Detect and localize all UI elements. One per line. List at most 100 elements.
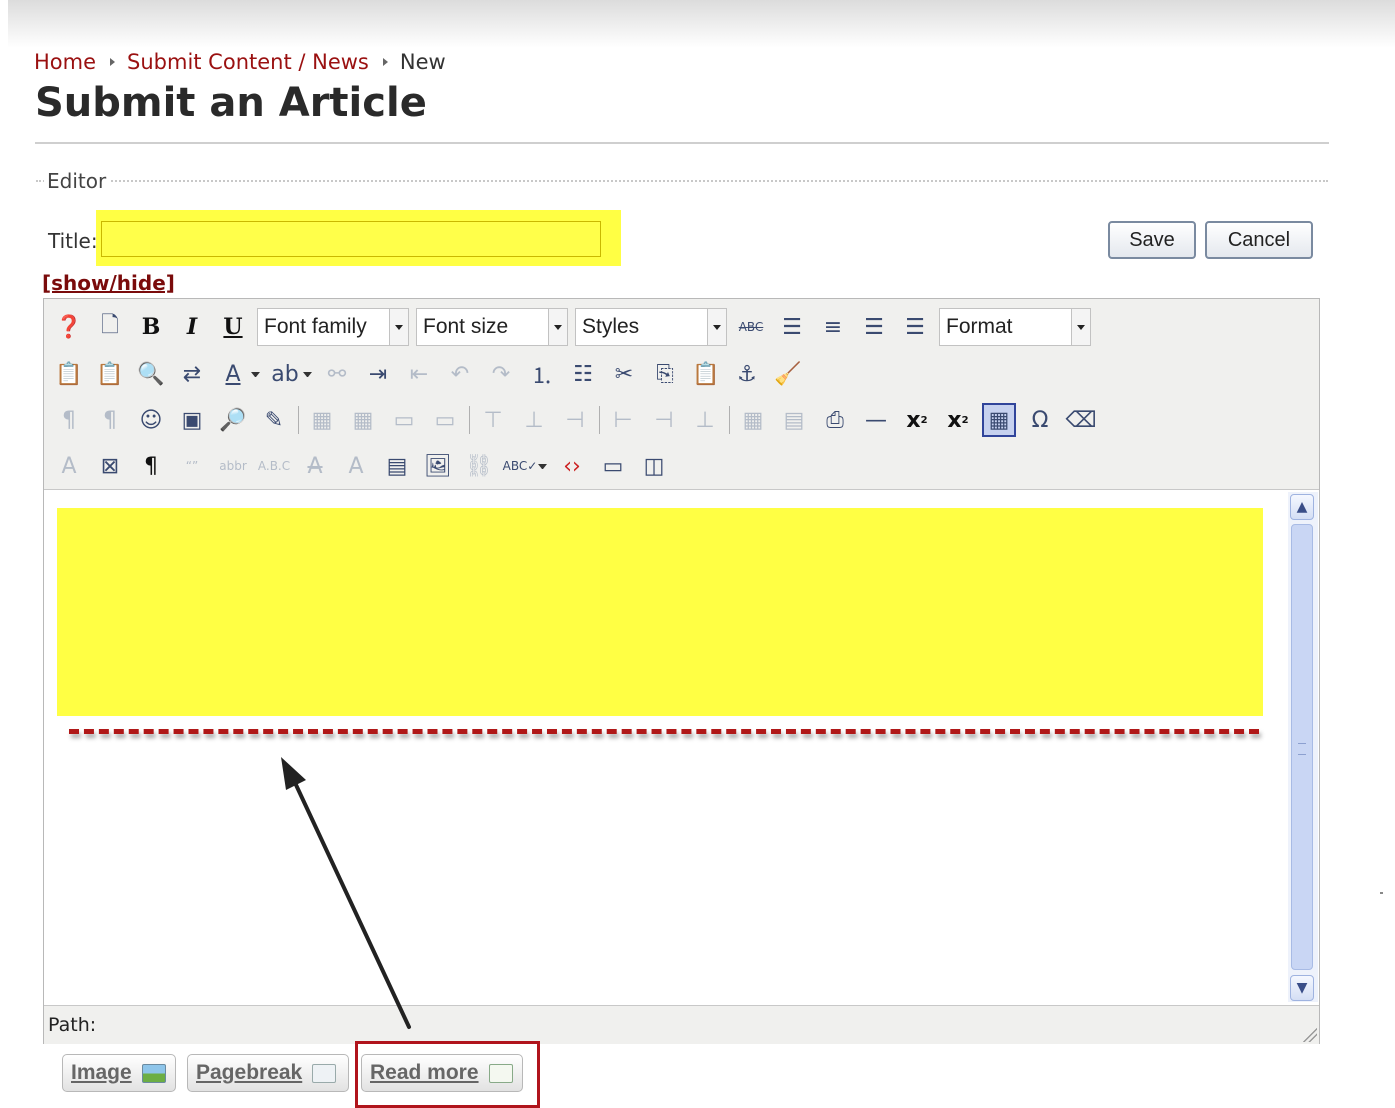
outdent-icon[interactable]: ⇤ [402, 357, 436, 391]
html-source-icon[interactable]: ‹› [555, 449, 589, 483]
deletion-icon[interactable]: A [298, 449, 332, 483]
scrollbar-thumb[interactable] [1291, 524, 1313, 970]
breadcrumb-arrow-icon [382, 57, 388, 66]
paste-icon[interactable]: 📋 [689, 357, 723, 391]
chevron-down-icon[interactable] [251, 371, 260, 377]
acronym-icon[interactable]: A.B.C [257, 449, 291, 483]
table-cell-props-icon[interactable]: ▦ [346, 403, 380, 437]
toolbar-separator [599, 406, 600, 434]
rtl-icon[interactable]: ¶ [93, 403, 127, 437]
breadcrumb-home[interactable]: Home [34, 50, 96, 74]
edit-icon[interactable]: ✎ [257, 403, 291, 437]
unlink-icon[interactable]: ⚯ [320, 357, 354, 391]
font-family-select[interactable]: Font family [257, 308, 409, 346]
justify-full-icon[interactable]: ☰ [775, 310, 809, 344]
cancel-button[interactable]: Cancel [1205, 221, 1313, 259]
style-props-icon[interactable]: A [52, 449, 86, 483]
special-char-icon[interactable]: Ω [1023, 403, 1057, 437]
cut-icon[interactable]: ✂ [607, 357, 641, 391]
grip-icon [1298, 743, 1306, 755]
indent-icon[interactable]: ⇥ [361, 357, 395, 391]
split-cells-icon[interactable]: ▦ [736, 403, 770, 437]
bullet-list-icon[interactable]: ☷ [566, 357, 600, 391]
preview-icon[interactable]: 🔎 [216, 403, 250, 437]
text-color-icon[interactable]: A [216, 357, 250, 391]
chevron-down-icon [389, 309, 408, 345]
find-icon[interactable]: 🔍 [134, 357, 168, 391]
copy-icon[interactable]: ⎘ [648, 357, 682, 391]
abbr-icon[interactable]: abbr [216, 449, 250, 483]
paste-text-icon[interactable]: 📋 [93, 357, 127, 391]
chevron-down-icon[interactable] [538, 463, 547, 469]
font-size-select[interactable]: Font size [416, 308, 568, 346]
horizontal-rule-icon[interactable]: — [859, 403, 893, 437]
highlight-color-icon[interactable]: ab [268, 357, 302, 391]
chevron-down-icon[interactable] [303, 371, 312, 377]
top-shadow [8, 0, 1395, 48]
col-after-icon[interactable]: ⊣ [647, 403, 681, 437]
delete-row-icon[interactable]: ⊣ [558, 403, 592, 437]
table-row-props-icon[interactable]: ▦ [305, 403, 339, 437]
table-split-icon[interactable]: ▭ [428, 403, 462, 437]
superscript-icon[interactable]: x2 [941, 403, 975, 437]
italic-button[interactable]: I [175, 310, 209, 344]
styles-select[interactable]: Styles [575, 308, 727, 346]
align-center-icon[interactable]: ≡ [816, 310, 850, 344]
underline-button[interactable]: U [216, 310, 250, 344]
delete-col-icon[interactable]: ⊥ [688, 403, 722, 437]
undo-icon[interactable]: ↶ [443, 357, 477, 391]
save-button[interactable]: Save [1108, 221, 1196, 259]
title-input[interactable] [101, 221, 601, 257]
resize-handle-icon[interactable] [1301, 1026, 1317, 1042]
breadcrumb-current: New [399, 50, 446, 74]
font-size-value: Font size [423, 315, 509, 338]
spellcheck-icon[interactable]: ABC✓ [503, 449, 538, 483]
remove-format-icon[interactable]: ⌫ [1064, 403, 1098, 437]
numbered-list-icon[interactable]: ⒈ [525, 357, 559, 391]
vertical-scrollbar[interactable]: ▲ ▼ [1288, 492, 1318, 1002]
subscript-icon[interactable]: x2 [900, 403, 934, 437]
media-icon[interactable]: ▣ [175, 403, 209, 437]
redo-icon[interactable]: ↷ [484, 357, 518, 391]
pagebreak-button[interactable]: Pagebreak [187, 1054, 349, 1092]
strikethrough-icon[interactable]: ABC [734, 310, 768, 344]
layer-icon[interactable]: ◫ [637, 449, 671, 483]
col-before-icon[interactable]: ⊢ [606, 403, 640, 437]
replace-icon[interactable]: ⇄ [175, 357, 209, 391]
row-before-icon[interactable]: ⊤ [476, 403, 510, 437]
new-document-icon[interactable]: 🗋 [93, 310, 127, 344]
align-left-icon[interactable]: ☰ [857, 310, 891, 344]
scroll-up-arrow-icon[interactable]: ▲ [1290, 494, 1314, 520]
anchor-icon[interactable]: ⚓ [730, 357, 764, 391]
breadcrumb-submit-content-news[interactable]: Submit Content / News [127, 50, 369, 74]
attributes-icon[interactable]: ▤ [380, 449, 414, 483]
link-icon[interactable]: ⛓ [462, 449, 496, 483]
print-icon[interactable]: ⎙ [818, 403, 852, 437]
table-merge-icon[interactable]: ▭ [387, 403, 421, 437]
help-icon[interactable]: ❓ [52, 310, 86, 344]
image-icon[interactable]: 🖼 [421, 449, 455, 483]
paste-word-icon[interactable]: 📋 [52, 357, 86, 391]
insertion-icon[interactable]: A [339, 449, 373, 483]
template-icon[interactable]: ▭ [596, 449, 630, 483]
ltr-icon[interactable]: ¶ [52, 403, 86, 437]
path-label: Path: [48, 1014, 97, 1036]
insert-image-button[interactable]: Image [62, 1054, 176, 1092]
align-right-icon[interactable]: ☰ [898, 310, 932, 344]
visual-aid-icon[interactable]: ▦ [982, 403, 1016, 437]
format-select[interactable]: Format [939, 308, 1091, 346]
bold-button[interactable]: B [134, 310, 168, 344]
editor-content-area[interactable] [44, 490, 1288, 1003]
cleanup-icon[interactable]: 🧹 [771, 357, 805, 391]
toolbar-row-4: A ⊠ ¶ “” abbr A.B.C A A ▤ 🖼 ⛓ ABC✓ ‹› ▭ … [52, 446, 678, 486]
row-after-icon[interactable]: ⊥ [517, 403, 551, 437]
merge-cells-icon[interactable]: ▤ [777, 403, 811, 437]
show-hide-link[interactable]: [show/hide] [42, 271, 175, 295]
scroll-down-arrow-icon[interactable]: ▼ [1290, 975, 1314, 1001]
emoticons-icon[interactable]: ☺ [134, 403, 168, 437]
non-breaking-icon[interactable]: ⊠ [93, 449, 127, 483]
cite-icon[interactable]: “” [175, 449, 209, 483]
toolbar-separator [298, 406, 299, 434]
paragraph-mark-icon[interactable]: ¶ [134, 449, 168, 483]
title-label: Title: [48, 229, 98, 253]
